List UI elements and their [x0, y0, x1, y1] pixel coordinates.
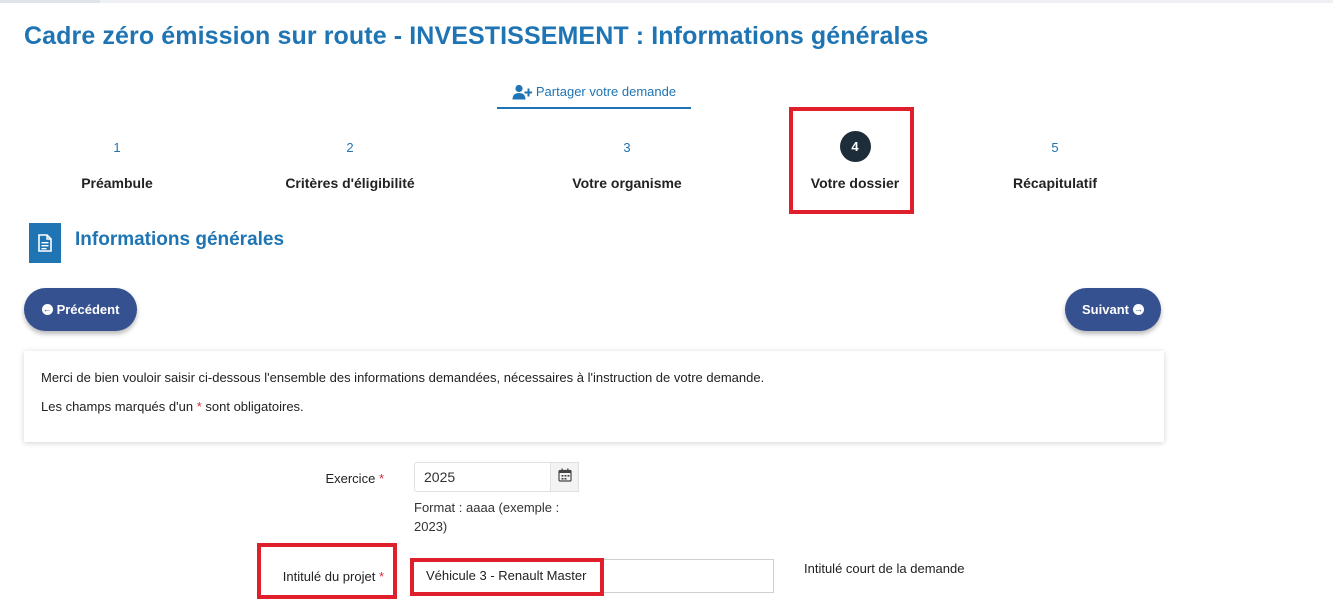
- required-asterisk: *: [378, 471, 384, 486]
- calendar-button[interactable]: [550, 462, 579, 492]
- intitule-label: Intitulé du projet *: [282, 569, 384, 584]
- step-criteres-eligibilite[interactable]: 2 Critères d'éligibilité: [250, 140, 450, 191]
- step-number: 2: [346, 140, 354, 155]
- step-label: Préambule: [81, 175, 153, 191]
- step-number: 3: [623, 140, 631, 155]
- next-button[interactable]: Suivant →: [1065, 288, 1161, 331]
- project-title-input[interactable]: Véhicule 3 - Renault Master: [412, 559, 774, 593]
- step-label: Votre dossier: [810, 175, 900, 191]
- step-recapitulatif[interactable]: 5 Récapitulatif: [955, 140, 1155, 191]
- step-number: 1: [113, 140, 121, 155]
- top-border: [0, 0, 1333, 3]
- required-asterisk: *: [378, 569, 384, 584]
- exercice-year-input[interactable]: 2025: [414, 462, 551, 492]
- step-preambule[interactable]: 1 Préambule: [17, 140, 217, 191]
- user-plus-icon: [512, 84, 532, 100]
- page-title: Cadre zéro émission sur route - INVESTIS…: [24, 22, 929, 50]
- exercice-format-hint: Format : aaaa (exemple : 2023): [414, 500, 560, 534]
- step-label: Récapitulatif: [1012, 175, 1097, 191]
- step-votre-organisme[interactable]: 3 Votre organisme: [527, 140, 727, 191]
- project-title-help: Intitulé court de la demande: [804, 561, 965, 576]
- step-label: Critères d'éligibilité: [285, 175, 415, 191]
- required-asterisk: *: [196, 399, 202, 414]
- arrow-left-circle-icon: ←: [41, 304, 53, 315]
- calendar-icon: [557, 468, 572, 487]
- step-number: 5: [1051, 140, 1059, 155]
- section-title: Informations générales: [75, 229, 285, 250]
- exercice-label: Exercice *: [325, 471, 384, 486]
- previous-button[interactable]: ← Précédent: [24, 288, 137, 331]
- share-request-button[interactable]: Partager votre demande: [497, 76, 691, 109]
- instructions-text: Merci de bien vouloir saisir ci-dessous …: [41, 370, 765, 385]
- required-fields-note: Les champs marqués d'un * sont obligatoi…: [41, 399, 304, 414]
- share-request-label: Partager votre demande: [535, 84, 677, 99]
- instructions-panel: Merci de bien vouloir saisir ci-dessous …: [24, 351, 1164, 442]
- step-number-active: 4: [839, 131, 871, 162]
- previous-button-label: Précédent: [56, 302, 120, 317]
- document-icon: [29, 223, 61, 263]
- next-button-label: Suivant: [1082, 302, 1129, 317]
- arrow-right-circle-icon: →: [1132, 304, 1144, 315]
- step-label: Votre organisme: [572, 175, 682, 191]
- step-votre-dossier[interactable]: 4 Votre dossier: [755, 131, 955, 191]
